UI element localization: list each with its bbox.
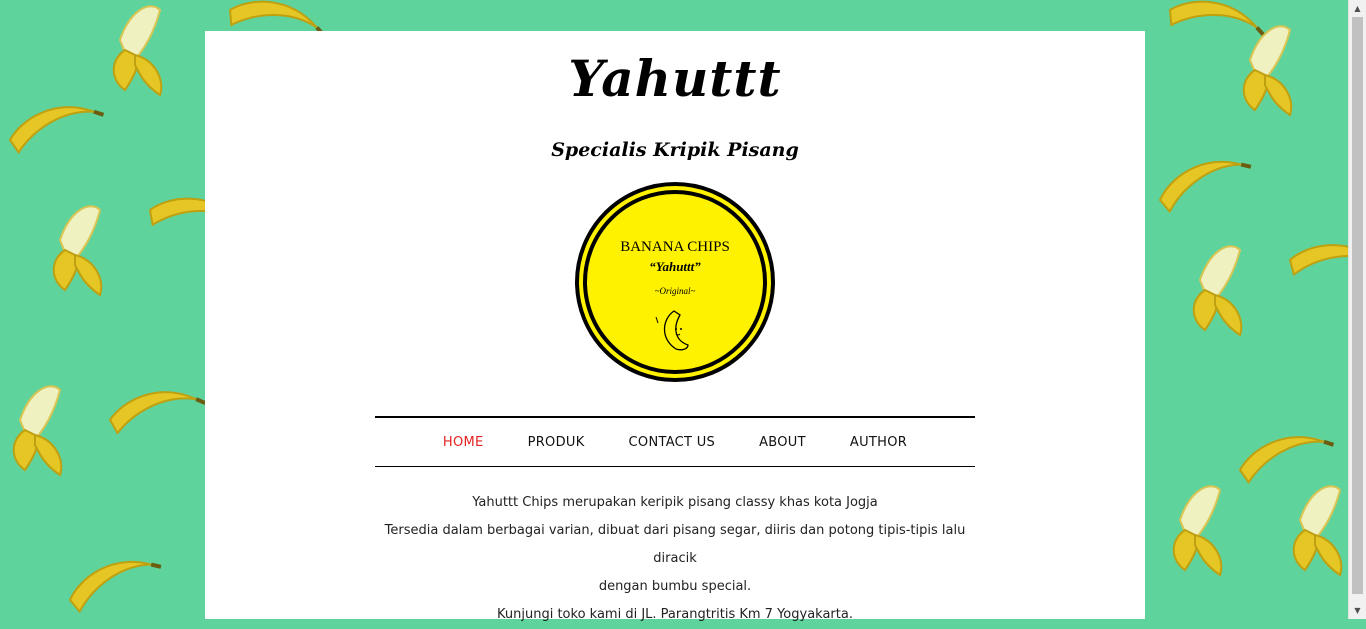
logo-line2: “Yahuttt” — [649, 259, 701, 274]
intro-text: Yahuttt Chips merupakan keripik pisang c… — [375, 489, 975, 629]
logo-line1: BANANA CHIPS — [620, 239, 730, 255]
site-tagline: Specialis Kripik Pisang — [551, 139, 799, 161]
site-title: Yahuttt — [568, 49, 782, 108]
banana-chips-logo: BANANA CHIPS “Yahuttt” ~Original~ — [575, 182, 775, 382]
scrollbar-thumb[interactable] — [1352, 17, 1363, 594]
scroll-up-arrow-icon[interactable]: ▲ — [1349, 0, 1366, 17]
main-navigation: HOME PRODUK CONTACT US ABOUT AUTHOR — [375, 416, 975, 467]
intro-line: dengan bumbu special. — [598, 579, 752, 594]
intro-line: Yahuttt Chips merupakan keripik pisang c… — [472, 495, 878, 510]
intro-line: Kunjungi toko kami di JL. Parangtritis K… — [497, 607, 853, 622]
main-content-card: Yahuttt Specialis Kripik Pisang BANANA C… — [205, 31, 1145, 622]
nav-author-link[interactable]: AUTHOR — [828, 435, 929, 450]
scroll-down-arrow-icon[interactable]: ▼ — [1349, 602, 1366, 619]
vertical-scrollbar[interactable]: ▲ ▼ — [1348, 0, 1366, 619]
nav-about-link[interactable]: ABOUT — [737, 435, 828, 450]
nav-contact-us-link[interactable]: CONTACT US — [607, 435, 738, 450]
logo-line3: ~Original~ — [655, 286, 696, 296]
intro-line: Tersedia dalam berbagai varian, dibuat d… — [384, 523, 966, 566]
nav-produk-link[interactable]: PRODUK — [506, 435, 607, 450]
nav-home-link[interactable]: HOME — [421, 435, 506, 450]
